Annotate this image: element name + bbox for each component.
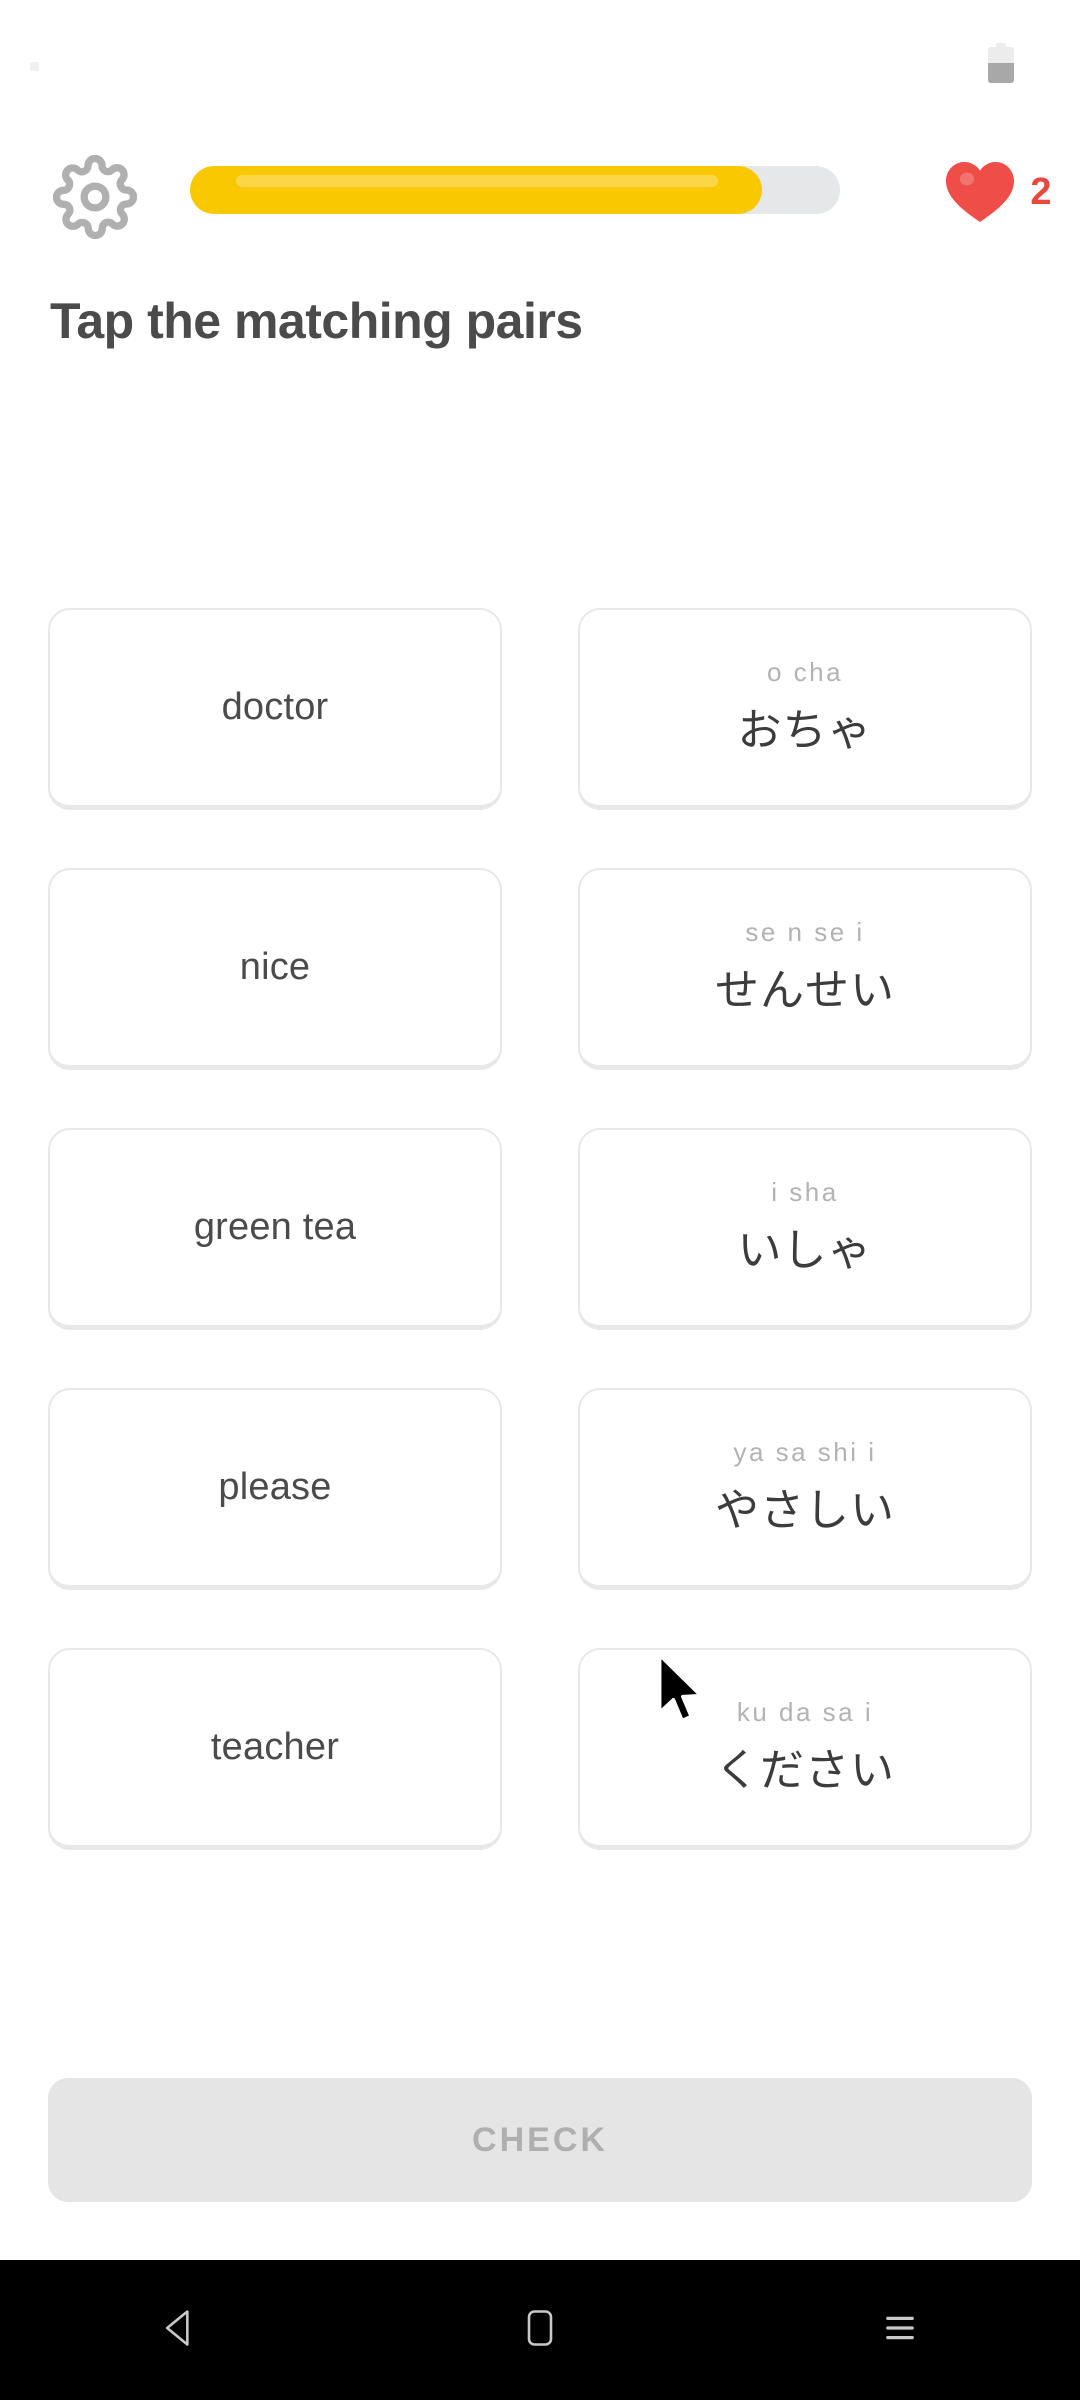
- recents-menu-icon: [879, 2307, 921, 2354]
- english-card-1[interactable]: doctor: [48, 608, 502, 810]
- matching-pairs-grid: doctor o cha おちゃ nice se n se i せんせい gre…: [48, 608, 1032, 1908]
- lesson-progress-bar: [190, 166, 840, 214]
- home-square-icon: [520, 2306, 560, 2355]
- romaji-label: ku da sa i: [736, 1697, 874, 1727]
- pair-row: doctor o cha おちゃ: [48, 608, 1032, 810]
- japanese-card-1[interactable]: o cha おちゃ: [578, 608, 1032, 810]
- kana-label: せんせい: [715, 966, 895, 1015]
- kana-label: やさしい: [715, 1486, 895, 1535]
- english-card-2[interactable]: nice: [48, 868, 502, 1070]
- status-dot-icon: [30, 62, 39, 71]
- android-nav-bar: [0, 2260, 1080, 2400]
- japanese-card-4[interactable]: ya sa shi i やさしい: [578, 1388, 1032, 1590]
- romaji-label: se n se i: [745, 917, 865, 947]
- english-card-label: nice: [239, 946, 311, 988]
- english-card-3[interactable]: green tea: [48, 1128, 502, 1330]
- english-card-label: doctor: [221, 686, 329, 728]
- nav-home-button[interactable]: [460, 2260, 620, 2400]
- pair-row: nice se n se i せんせい: [48, 868, 1032, 1070]
- kana-label: ください: [715, 1746, 895, 1795]
- page-title: Tap the matching pairs: [50, 293, 583, 349]
- english-card-label: green tea: [193, 1206, 357, 1248]
- english-card-4[interactable]: please: [48, 1388, 502, 1590]
- japanese-card-3[interactable]: i sha いしゃ: [578, 1128, 1032, 1330]
- kana-label: いしゃ: [737, 1226, 873, 1275]
- english-card-5[interactable]: teacher: [48, 1648, 502, 1850]
- back-triangle-icon: [158, 2306, 202, 2355]
- japanese-card-2[interactable]: se n se i せんせい: [578, 868, 1032, 1070]
- check-button[interactable]: CHECK: [48, 2078, 1032, 2202]
- english-card-label: teacher: [210, 1726, 340, 1768]
- status-bar: [0, 0, 1080, 92]
- gear-icon: [53, 155, 137, 239]
- pair-row: teacher ku da sa i ください: [48, 1648, 1032, 1850]
- check-button-label: CHECK: [472, 2120, 608, 2159]
- progress-gloss: [236, 175, 718, 187]
- pair-row: green tea i sha いしゃ: [48, 1128, 1032, 1330]
- heart-icon: [944, 160, 1016, 224]
- settings-button[interactable]: [44, 146, 146, 248]
- romaji-label: i sha: [771, 1177, 839, 1207]
- romaji-label: ya sa shi i: [733, 1437, 877, 1467]
- romaji-label: o cha: [766, 657, 844, 687]
- pair-row: please ya sa shi i やさしい: [48, 1388, 1032, 1590]
- hearts-indicator[interactable]: 2: [944, 160, 1052, 224]
- battery-icon: [988, 43, 1014, 83]
- nav-back-button[interactable]: [100, 2260, 260, 2400]
- heart-count: 2: [1030, 170, 1052, 213]
- progress-fill: [190, 166, 762, 214]
- kana-label: おちゃ: [737, 706, 873, 755]
- app-screen: 2 Tap the matching pairs doctor o cha おち…: [0, 0, 1080, 2400]
- nav-recents-button[interactable]: [820, 2260, 980, 2400]
- exercise-header: 2: [0, 140, 1080, 260]
- english-card-label: please: [218, 1466, 332, 1508]
- japanese-card-5[interactable]: ku da sa i ください: [578, 1648, 1032, 1850]
